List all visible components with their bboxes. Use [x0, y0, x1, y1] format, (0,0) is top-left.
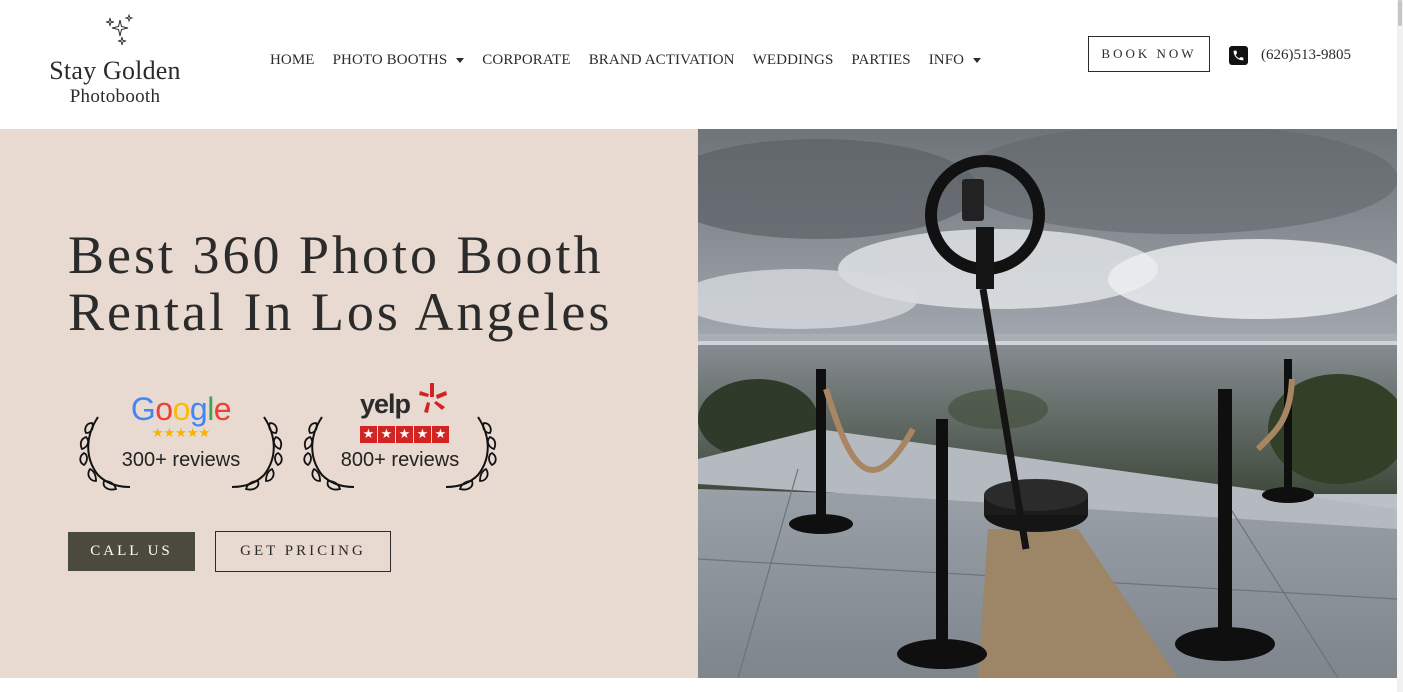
- hero-headline: Best 360 Photo Booth Rental In Los Angel…: [68, 227, 668, 341]
- chevron-down-icon: [456, 57, 465, 63]
- page-bottom: [0, 678, 1397, 692]
- site-header: Stay Golden Photobooth HOME PHOTO BOOTHS…: [0, 0, 1397, 129]
- nav-parties-label: PARTIES: [851, 51, 911, 68]
- phone-number: (626)513-9805: [1261, 47, 1351, 63]
- google-logo: Google: [130, 391, 232, 427]
- google-reviews-badge[interactable]: Google ★★★★★ 300+ reviews: [76, 381, 286, 499]
- yelp-burst-icon: [419, 383, 447, 413]
- yelp-stars-rating: ★ ★ ★ ★ ★: [360, 426, 450, 443]
- chevron-down-icon: [973, 57, 982, 63]
- call-us-button[interactable]: CALL US: [68, 532, 195, 571]
- google-stars-rating: ★★★★★: [151, 425, 211, 440]
- scrollbar-thumb[interactable]: [1398, 0, 1402, 26]
- nav-info-label: INFO: [928, 51, 965, 68]
- phone-icon: [1229, 46, 1248, 65]
- yelp-reviews-badge[interactable]: yelp ★ ★ ★ ★ ★ 800+ reviews: [300, 381, 500, 499]
- book-now-button[interactable]: BOOK NOW: [1088, 36, 1210, 72]
- nav-photo-booths[interactable]: PHOTO BOOTHS: [333, 52, 465, 69]
- main-nav: HOME PHOTO BOOTHS CORPORATE BRAND ACTIVA…: [270, 50, 999, 70]
- nav-brand-activation[interactable]: BRAND ACTIVATION: [589, 52, 735, 69]
- phone-link[interactable]: (626)513-9805: [1229, 46, 1351, 65]
- get-pricing-button[interactable]: GET PRICING: [215, 531, 391, 572]
- hero-headline-line1: Best 360 Photo Booth: [68, 225, 604, 285]
- nav-corporate-label: CORPORATE: [482, 51, 571, 68]
- hero-headline-line2: Rental In Los Angeles: [68, 282, 613, 342]
- brand-subtitle: Photobooth: [69, 86, 161, 107]
- nav-info[interactable]: INFO: [928, 51, 982, 69]
- nav-home[interactable]: HOME: [270, 52, 315, 69]
- logo[interactable]: Stay Golden Photobooth: [40, 14, 190, 114]
- scrollbar[interactable]: [1397, 0, 1403, 692]
- nav-weddings-label: WEDDINGS: [752, 51, 834, 68]
- hero-photo: [698, 129, 1397, 678]
- brand-name: Stay Golden: [49, 56, 181, 85]
- sparkles-icon: [105, 14, 134, 46]
- nav-weddings[interactable]: WEDDINGS: [753, 52, 834, 69]
- nav-corporate[interactable]: CORPORATE: [482, 52, 570, 69]
- google-review-count: 300+ reviews: [121, 449, 241, 471]
- nav-home-label: HOME: [270, 51, 315, 68]
- nav-brand-activation-label: BRAND ACTIVATION: [588, 51, 735, 68]
- nav-photo-booths-label: PHOTO BOOTHS: [332, 51, 448, 68]
- photo-booth-image: [698, 129, 1397, 678]
- hero-section: Best 360 Photo Booth Rental In Los Angel…: [0, 129, 698, 692]
- nav-parties[interactable]: PARTIES: [851, 52, 910, 69]
- yelp-review-count: 800+ reviews: [340, 449, 460, 471]
